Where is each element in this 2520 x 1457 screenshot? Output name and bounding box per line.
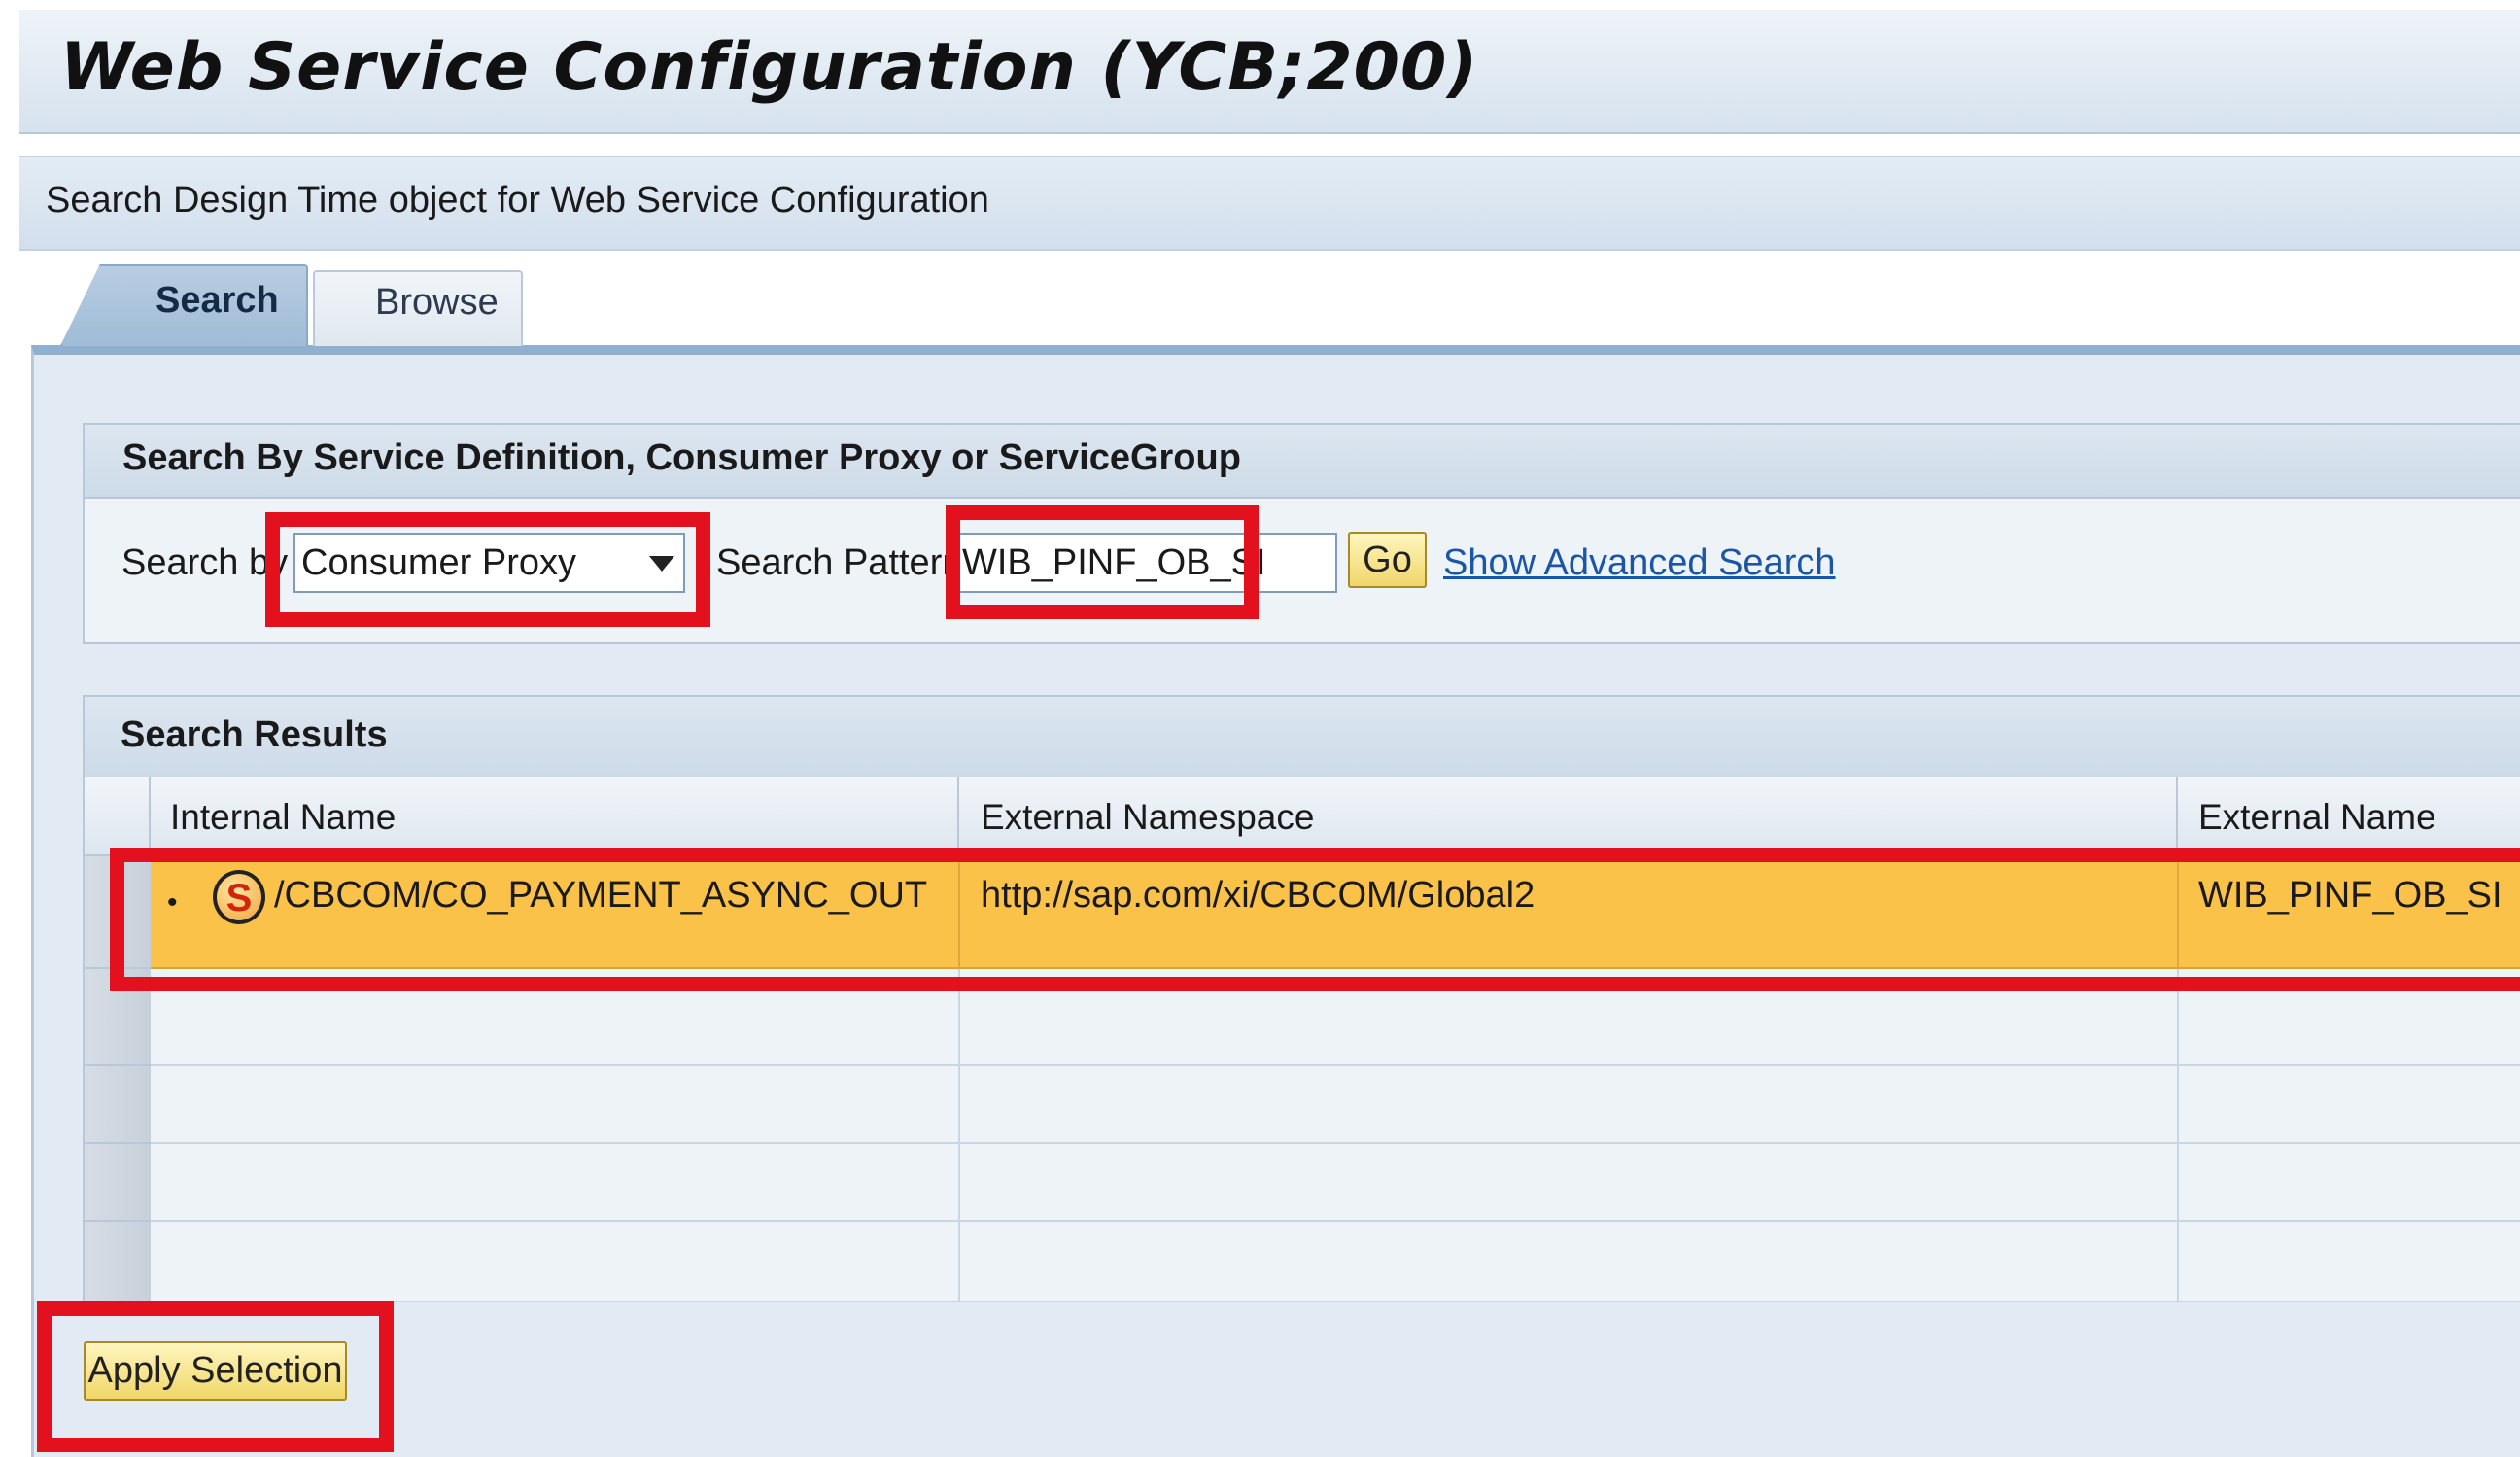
table-row-empty [151, 1144, 2520, 1222]
row-selector-header[interactable] [85, 777, 151, 856]
row-selector[interactable] [85, 969, 151, 1066]
service-icon-letter: S [225, 877, 253, 919]
tab-browse-label[interactable]: Browse [375, 282, 499, 324]
row-selector[interactable] [85, 1144, 151, 1222]
cell-external-namespace[interactable]: http://sap.com/xi/CBCOM/Global2 [981, 875, 1535, 917]
search-by-label: Search by [121, 542, 289, 583]
search-by-value[interactable]: Consumer Proxy [301, 542, 576, 584]
column-divider [958, 969, 960, 1302]
advanced-search-link[interactable]: Show Advanced Search [1443, 542, 1836, 584]
apply-selection-button[interactable]: Apply Selection [84, 1341, 347, 1401]
column-header-label: External Name [2198, 797, 2436, 837]
chevron-down-icon[interactable] [649, 556, 674, 572]
cell-external-name[interactable]: WIB_PINF_OB_SI [2198, 875, 2503, 917]
sub-header-text: Search Design Time object for Web Servic… [46, 180, 989, 221]
column-header-label: External Namespace [981, 797, 1315, 837]
row-bullet: • [167, 886, 178, 919]
column-divider [2177, 856, 2179, 969]
table-row-empty [151, 1222, 2520, 1302]
column-divider [958, 856, 960, 969]
table-row-empty [151, 1066, 2520, 1144]
column-header-label: Internal Name [170, 797, 397, 837]
row-selector[interactable] [85, 1066, 151, 1144]
page-title: Web Service Configuration (YCB;200) [60, 29, 1479, 106]
results-header [85, 697, 2520, 777]
results-title: Search Results [121, 714, 388, 755]
search-pattern-label: Search Pattern: [716, 542, 974, 583]
row-selector[interactable] [85, 856, 151, 969]
cell-internal-name[interactable]: /CBCOM/CO_PAYMENT_ASYNC_OUT [274, 875, 927, 917]
table-row-empty [151, 969, 2520, 1066]
search-group-title: Search By Service Definition, Consumer P… [122, 437, 1241, 478]
search-pattern-value[interactable]: WIB_PINF_OB_SI [962, 542, 1266, 584]
go-button[interactable]: Go [1348, 532, 1427, 588]
row-selector[interactable] [85, 1222, 151, 1302]
column-divider [2177, 969, 2179, 1302]
tab-search-label[interactable]: Search [155, 280, 279, 322]
